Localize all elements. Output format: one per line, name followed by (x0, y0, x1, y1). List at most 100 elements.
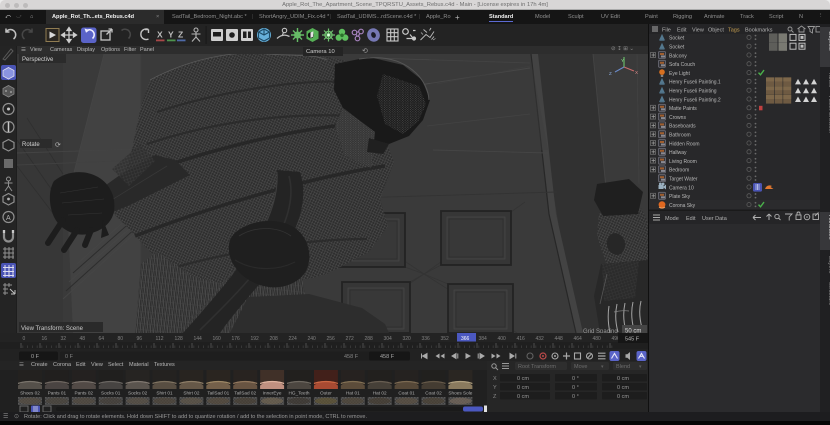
svg-text:Shoes 02: Shoes 02 (20, 391, 40, 396)
svg-text:448: 448 (555, 336, 564, 342)
svg-text:Tags: Tags (728, 28, 740, 34)
svg-text:32: 32 (61, 336, 67, 342)
svg-text:0: 0 (23, 336, 26, 342)
svg-text:400: 400 (498, 336, 507, 342)
svg-text:Eye Light: Eye Light (669, 71, 690, 77)
svg-text:0 cm: 0 cm (617, 385, 629, 391)
svg-text:Perspective: Perspective (22, 57, 54, 63)
svg-text:304: 304 (384, 336, 393, 342)
svg-text:Y: Y (621, 58, 624, 63)
svg-text:Hidden Room: Hidden Room (669, 141, 700, 147)
svg-text:Camera 10: Camera 10 (669, 185, 694, 191)
svg-text:Shirt 01: Shirt 01 (156, 391, 173, 396)
svg-text:Root Transform: Root Transform (518, 364, 556, 370)
svg-text:X: X (493, 376, 497, 382)
svg-text:416: 416 (517, 336, 526, 342)
svg-text:Socks 01: Socks 01 (101, 391, 121, 396)
svg-text:352: 352 (441, 336, 450, 342)
svg-text:Henry Fuseli Painting.2: Henry Fuseli Painting.2 (669, 97, 721, 103)
svg-text:0 °: 0 ° (572, 394, 579, 400)
svg-text:160: 160 (213, 336, 222, 342)
svg-text:HG_Teeth: HG_Teeth (288, 391, 309, 396)
svg-text:0 cm: 0 cm (517, 376, 529, 382)
svg-text:Y: Y (168, 30, 174, 40)
svg-text:144: 144 (194, 336, 203, 342)
svg-text:480: 480 (593, 336, 602, 342)
svg-text:Corona Sky: Corona Sky (669, 203, 696, 209)
svg-text:0 cm: 0 cm (517, 394, 529, 400)
svg-text:80: 80 (118, 336, 124, 342)
svg-text:X: X (157, 30, 163, 40)
svg-text:0 F: 0 F (31, 354, 40, 360)
svg-text:Bedroom: Bedroom (669, 168, 689, 174)
svg-text:0 cm: 0 cm (517, 385, 529, 391)
svg-text:Living Room: Living Room (669, 159, 697, 165)
svg-text:336: 336 (422, 336, 431, 342)
svg-text:Bathroom: Bathroom (669, 133, 691, 139)
svg-text:128: 128 (175, 336, 184, 342)
svg-text:Plate Sky: Plate Sky (669, 194, 691, 200)
svg-text:TailSad 01: TailSad 01 (207, 391, 229, 396)
svg-text:View Transform: Scene: View Transform: Scene (21, 326, 84, 332)
svg-text:TailSad 02: TailSad 02 (234, 391, 256, 396)
svg-text:Shoes Sole: Shoes Sole (448, 391, 472, 396)
svg-text:Hat 02: Hat 02 (373, 391, 387, 396)
svg-text:Mode: Mode (665, 216, 679, 222)
svg-text:Balcony: Balcony (669, 53, 687, 59)
svg-text:Socks 02: Socks 02 (128, 391, 148, 396)
svg-text:Crowns: Crowns (669, 115, 686, 121)
svg-text:Henry Fuseli Painting.1: Henry Fuseli Painting.1 (669, 80, 721, 86)
svg-text:0 °: 0 ° (572, 385, 579, 391)
svg-text:Henry Fuseli Painting: Henry Fuseli Painting (669, 89, 717, 95)
svg-text:⟳: ⟳ (55, 142, 61, 149)
svg-text:Socket: Socket (669, 36, 685, 42)
svg-text:Edit: Edit (686, 216, 696, 222)
svg-text:240: 240 (308, 336, 317, 342)
svg-text:0 F: 0 F (65, 354, 74, 360)
svg-text:Matte Paints: Matte Paints (669, 106, 697, 112)
svg-text:208: 208 (270, 336, 279, 342)
svg-text:A: A (6, 215, 11, 222)
svg-text:Z: Z (609, 71, 612, 76)
svg-text:545 F: 545 F (625, 337, 640, 343)
svg-text:Coat 02: Coat 02 (425, 391, 442, 396)
svg-text:112: 112 (156, 336, 164, 342)
svg-text:View: View (692, 28, 704, 34)
svg-text:0 cm: 0 cm (617, 376, 629, 382)
svg-text:Pants 02: Pants 02 (75, 391, 94, 396)
svg-text:Object: Object (708, 28, 724, 34)
svg-text:48: 48 (80, 336, 86, 342)
svg-text:Pants 01: Pants 01 (48, 391, 67, 396)
svg-text:224: 224 (289, 336, 298, 342)
svg-text:Rotate: Rotate (22, 142, 40, 148)
svg-text:Z: Z (493, 394, 497, 400)
svg-text:Bookmarks: Bookmarks (745, 28, 773, 34)
svg-text:256: 256 (327, 336, 336, 342)
svg-text:User Data: User Data (702, 216, 728, 222)
svg-text:Shirt 02: Shirt 02 (183, 391, 200, 396)
svg-text:Z: Z (178, 30, 183, 40)
svg-text:0 °: 0 ° (572, 376, 579, 382)
svg-text:64: 64 (99, 336, 105, 342)
svg-text:Blend: Blend (616, 364, 630, 370)
svg-text:96: 96 (137, 336, 143, 342)
svg-text:Outer: Outer (320, 391, 332, 396)
svg-text:InnerEye: InnerEye (263, 391, 282, 396)
svg-text:384: 384 (479, 336, 488, 342)
svg-text:192: 192 (251, 336, 260, 342)
svg-text:366: 366 (461, 336, 470, 342)
svg-text:320: 320 (403, 336, 412, 342)
svg-text:272: 272 (346, 336, 355, 342)
svg-text:Sofa Couch: Sofa Couch (669, 62, 695, 68)
svg-text:458 F: 458 F (380, 354, 395, 360)
svg-text:464: 464 (574, 336, 583, 342)
svg-text:Hallway: Hallway (669, 150, 687, 156)
svg-text:Target Water: Target Water (669, 177, 698, 183)
svg-text:File: File (662, 28, 671, 34)
svg-text:432: 432 (536, 336, 545, 342)
svg-text:16: 16 (42, 336, 48, 342)
svg-text:Y: Y (493, 385, 497, 391)
svg-text:458 F: 458 F (344, 354, 359, 360)
svg-text:288: 288 (365, 336, 374, 342)
svg-text:Edit: Edit (677, 28, 687, 34)
